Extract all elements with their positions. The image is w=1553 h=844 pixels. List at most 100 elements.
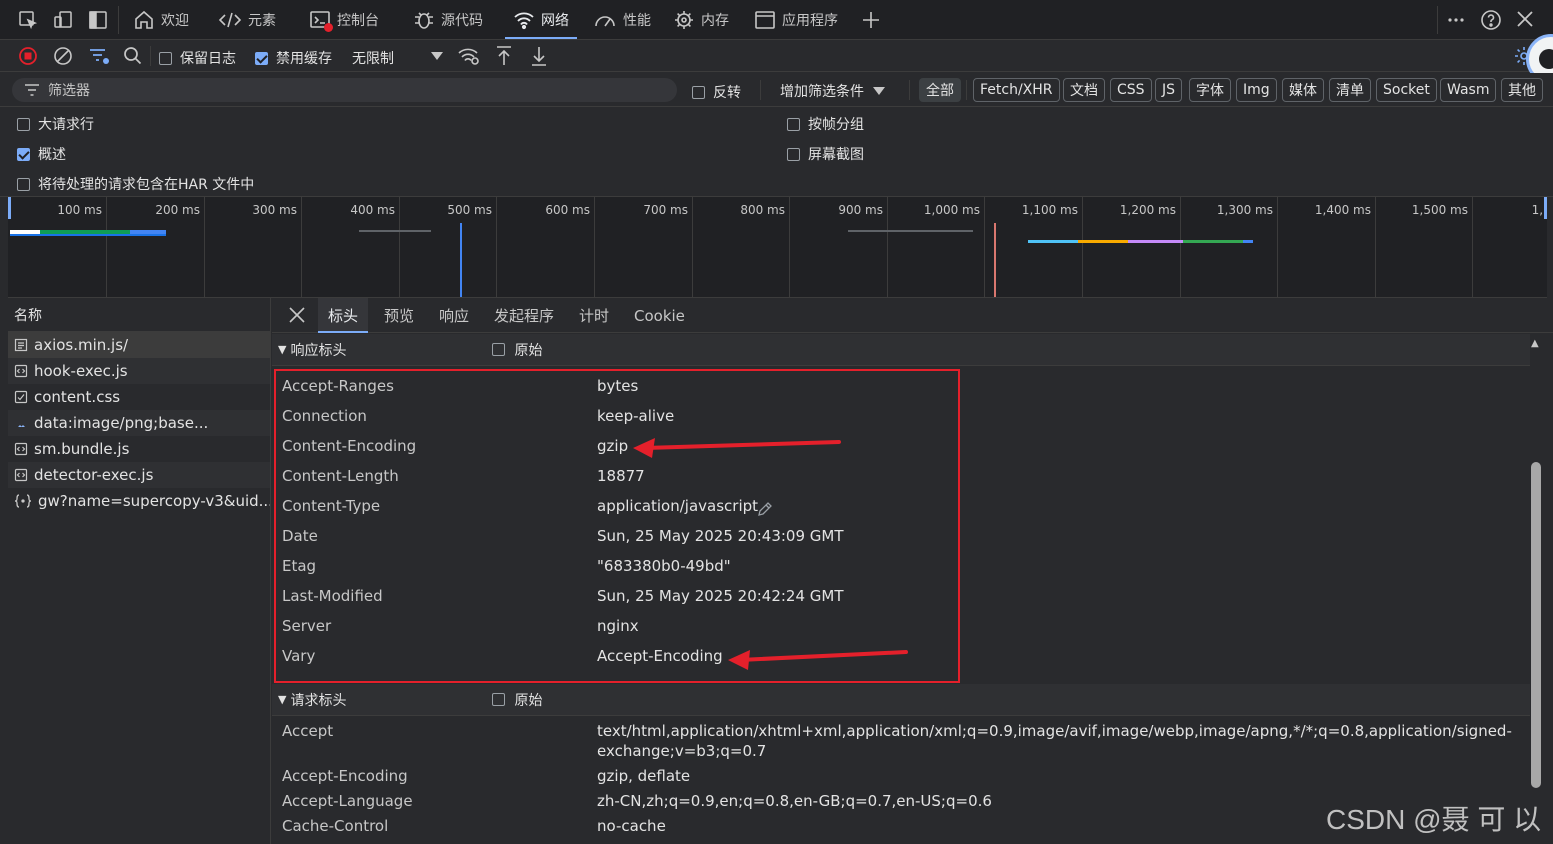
request-row[interactable]: axios.min.js/ — [8, 332, 270, 358]
header-value[interactable]: text/html,application/xhtml+xml,applicat… — [597, 722, 1512, 740]
request-row[interactable]: gw?name=supercopy-v3&uid... — [8, 488, 270, 514]
tab-response[interactable]: 响应 — [429, 298, 479, 333]
add-tab-icon[interactable] — [861, 10, 881, 30]
device-toolbar-icon[interactable] — [53, 10, 73, 30]
export-har-icon[interactable] — [529, 45, 549, 67]
request-row[interactable]: hook-exec.js — [8, 358, 270, 384]
timeline-gridline — [106, 197, 107, 297]
tab-timing[interactable]: 计时 — [569, 298, 619, 333]
tab-cookies[interactable]: Cookie — [624, 298, 695, 333]
tab-label: 源代码 — [441, 13, 483, 29]
raw-checkbox[interactable] — [492, 343, 506, 356]
checkbox[interactable] — [692, 85, 705, 99]
group-by-frame-checkbox[interactable]: 按帧分组 — [787, 114, 864, 134]
type-filter-all[interactable]: 全部 — [919, 78, 961, 102]
tab-network[interactable]: 网络 — [505, 0, 577, 40]
screenshots-checkbox[interactable]: 屏幕截图 — [787, 144, 864, 164]
checkbox[interactable] — [787, 147, 800, 161]
tab-memory[interactable]: 内存 — [673, 0, 729, 40]
header-value[interactable]: no-cache — [597, 817, 666, 835]
more-filters-dropdown[interactable]: 增加筛选条件 — [780, 81, 886, 101]
timeline-left-handle[interactable] — [8, 197, 11, 219]
timeline-overview[interactable]: 100 ms 200 ms 300 ms 400 ms 500 ms 600 ms 700 … — [8, 197, 1547, 298]
tab-preview[interactable]: 预览 — [374, 298, 424, 333]
scrollbar-thumb[interactable] — [1531, 462, 1541, 788]
request-row[interactable]: data:image/png;base... — [8, 410, 270, 436]
tab-application[interactable]: 应用程序 — [754, 0, 838, 40]
tab-initiator[interactable]: 发起程序 — [484, 298, 564, 333]
close-icon[interactable] — [1515, 9, 1535, 29]
dock-side-icon[interactable] — [88, 10, 108, 30]
header-value-continued[interactable]: exchange;v=b3;q=0.7 — [597, 742, 766, 760]
chevron-down-icon[interactable] — [430, 51, 444, 61]
tab-welcome[interactable]: 欢迎 — [133, 0, 189, 40]
request-row[interactable]: detector-exec.js — [8, 462, 270, 488]
type-filter-manifest[interactable]: 清单 — [1329, 78, 1371, 102]
checkbox[interactable] — [17, 177, 30, 191]
big-request-rows-checkbox[interactable]: 大请求行 — [17, 114, 94, 134]
more-options-icon[interactable] — [1446, 10, 1466, 30]
type-filter-media[interactable]: 媒体 — [1282, 78, 1324, 102]
type-filter-wasm[interactable]: Wasm — [1440, 78, 1497, 102]
tab-console[interactable]: 控制台 — [309, 0, 379, 40]
checkbox[interactable] — [255, 51, 268, 65]
invert-checkbox[interactable]: 反转 — [692, 82, 741, 102]
header-value[interactable]: zh-CN,zh;q=0.9,en;q=0.8,en-GB;q=0.7,en-U… — [597, 792, 992, 810]
type-filter-doc[interactable]: 文档 — [1063, 78, 1105, 102]
inspect-element-icon[interactable] — [18, 10, 38, 30]
checkbox[interactable] — [159, 51, 172, 65]
wifi-icon — [513, 10, 535, 30]
timeline-bar — [848, 230, 973, 232]
include-pending-har-checkbox[interactable]: 将待处理的请求包含在HAR 文件中 — [17, 174, 254, 194]
type-filter-img[interactable]: Img — [1236, 78, 1277, 102]
type-filter-font[interactable]: 字体 — [1189, 78, 1231, 102]
detail-tab-bar: 标头 预览 响应 发起程序 计时 Cookie — [272, 298, 1553, 333]
request-name: axios.min.js/ — [34, 336, 129, 354]
tab-elements[interactable]: 元素 — [218, 0, 276, 40]
checkbox[interactable] — [787, 117, 800, 131]
scrollbar[interactable]: ▲ — [1531, 338, 1541, 844]
network-conditions-icon[interactable] — [457, 45, 481, 67]
type-filter-socket[interactable]: Socket — [1376, 78, 1437, 102]
tab-label: 响应 — [439, 307, 470, 325]
tab-sources[interactable]: 源代码 — [413, 0, 483, 40]
disable-cache-checkbox[interactable]: 禁用缓存 — [255, 48, 332, 68]
script-icon — [14, 442, 28, 456]
filter-toggle-icon[interactable] — [87, 45, 111, 67]
type-filter-fetch-xhr[interactable]: Fetch/XHR — [973, 78, 1060, 102]
stop-recording-icon[interactable] — [18, 46, 38, 66]
preserve-log-label: 保留日志 — [180, 51, 236, 67]
timeline-tick-label: 400 ms — [350, 203, 395, 217]
checkbox[interactable] — [17, 117, 30, 131]
name-column-header[interactable]: 名称 — [8, 298, 270, 332]
response-headers-section-header[interactable]: ▼ 响应标头 原始 — [272, 334, 1530, 366]
timeline-bar — [359, 230, 431, 232]
timeline-gridline — [1180, 197, 1181, 297]
type-filter-other[interactable]: 其他 — [1501, 78, 1543, 102]
request-headers-section-header[interactable]: ▼ 请求标头 原始 — [272, 684, 1530, 716]
type-filter-js[interactable]: JS — [1155, 78, 1183, 102]
tab-performance[interactable]: 性能 — [593, 0, 651, 40]
preserve-log-checkbox[interactable]: 保留日志 — [159, 48, 236, 68]
help-icon[interactable] — [1480, 9, 1502, 31]
throttling-select[interactable]: 无限制 — [352, 48, 394, 68]
close-icon[interactable] — [288, 306, 306, 324]
search-icon[interactable] — [123, 46, 143, 66]
overview-checkbox[interactable]: 概述 — [17, 144, 66, 164]
raw-checkbox[interactable] — [492, 693, 506, 706]
request-row[interactable]: sm.bundle.js — [8, 436, 270, 462]
raw-label: 原始 — [514, 692, 543, 709]
filter-input[interactable]: 筛选器 — [12, 78, 677, 102]
tab-headers[interactable]: 标头 — [318, 298, 369, 333]
load-marker — [994, 223, 996, 297]
type-filter-css[interactable]: CSS — [1110, 78, 1152, 102]
scroll-up-icon[interactable]: ▲ — [1531, 338, 1539, 349]
header-value[interactable]: gzip, deflate — [597, 767, 690, 785]
home-icon — [133, 9, 155, 31]
timeline-gridline — [692, 197, 693, 297]
clear-icon[interactable] — [53, 46, 73, 66]
timeline-right-handle[interactable] — [1544, 197, 1547, 219]
import-har-icon[interactable] — [494, 45, 514, 67]
checkbox[interactable] — [17, 147, 30, 161]
request-row[interactable]: content.css — [8, 384, 270, 410]
